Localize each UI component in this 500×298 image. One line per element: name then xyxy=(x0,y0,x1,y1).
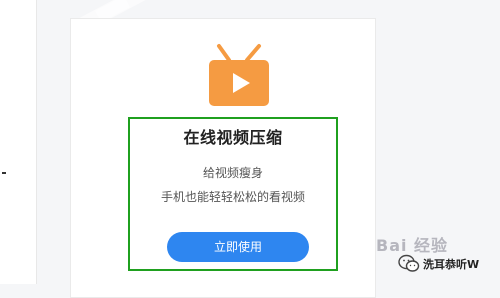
wechat-account-name: 洗耳恭听W xyxy=(423,258,480,271)
feature-title: 在线视频压缩 xyxy=(183,128,283,147)
baidu-jingyan-logo: Bai 经验 xyxy=(376,236,449,255)
use-now-button[interactable]: 立即使用 xyxy=(167,232,309,262)
left-panel-mark xyxy=(2,172,6,174)
feature-description: 手机也能轻轻松松的看视频 xyxy=(160,190,305,204)
wechat-account: 洗耳恭听W xyxy=(398,254,479,274)
watermark: Bai 经验 洗耳恭听W xyxy=(376,232,500,284)
wechat-icon xyxy=(398,254,420,272)
tv-play-icon xyxy=(209,44,269,106)
left-panel xyxy=(0,0,37,284)
feature-subtitle: 给视频瘦身 xyxy=(202,166,263,180)
